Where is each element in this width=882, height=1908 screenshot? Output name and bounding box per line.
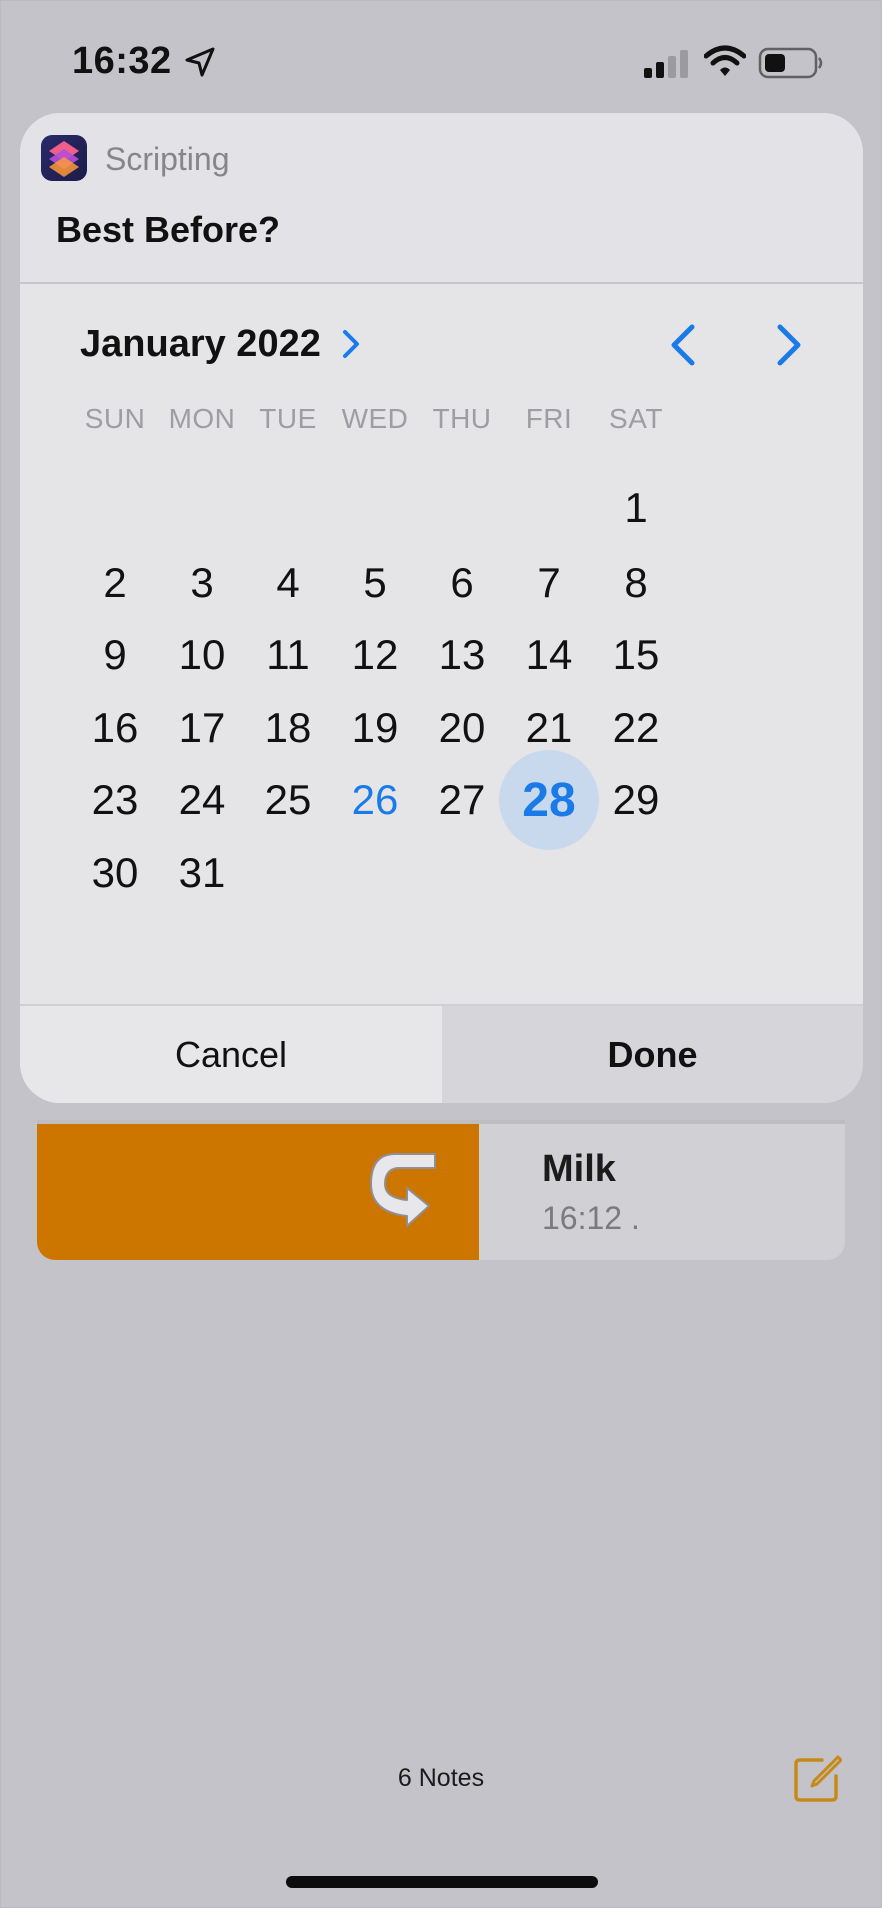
date-picker-dialog: Scripting Best Before? January 2022 SUN M…: [20, 113, 863, 1103]
calendar-day-30[interactable]: 30: [65, 823, 165, 923]
home-indicator: [286, 1876, 598, 1888]
compose-icon[interactable]: [792, 1754, 842, 1804]
battery-icon: [758, 47, 823, 79]
note-row[interactable]: Milk 16:12 .: [37, 1124, 845, 1260]
calendar-day-25[interactable]: 25: [238, 750, 338, 850]
prev-month-button[interactable]: [664, 321, 704, 369]
cancel-button[interactable]: Cancel: [20, 1006, 442, 1103]
location-arrow-icon: [185, 47, 215, 77]
weekday-sat: SAT: [609, 403, 663, 434]
note-title: Milk: [542, 1148, 616, 1190]
chevron-right-icon[interactable]: [338, 327, 364, 361]
dialog-title: Best Before?: [56, 209, 281, 250]
swipe-action-button[interactable]: [37, 1124, 479, 1260]
calendar-day-28[interactable]: 28: [499, 750, 599, 850]
dialog-header: [20, 113, 863, 283]
app-name: Scripting: [105, 141, 230, 177]
cellular-signal-icon: [644, 50, 688, 78]
calendar-day-27[interactable]: 27: [412, 750, 512, 850]
curved-arrow-icon: [370, 1153, 436, 1227]
next-month-button[interactable]: [768, 321, 808, 369]
header-divider: [20, 282, 863, 284]
calendar-day-26[interactable]: 26: [325, 750, 425, 850]
note-subtitle: 16:12 .: [542, 1200, 640, 1236]
calendar-day-31[interactable]: 31: [152, 823, 252, 923]
calendar-day-29[interactable]: 29: [586, 750, 686, 850]
status-time: 16:32: [72, 40, 172, 82]
notes-count: 6 Notes: [397, 1764, 485, 1792]
scripting-app-icon: [41, 135, 87, 181]
wifi-icon: [704, 45, 746, 76]
month-year-button[interactable]: January 2022: [80, 323, 321, 366]
done-button[interactable]: Done: [442, 1006, 863, 1103]
